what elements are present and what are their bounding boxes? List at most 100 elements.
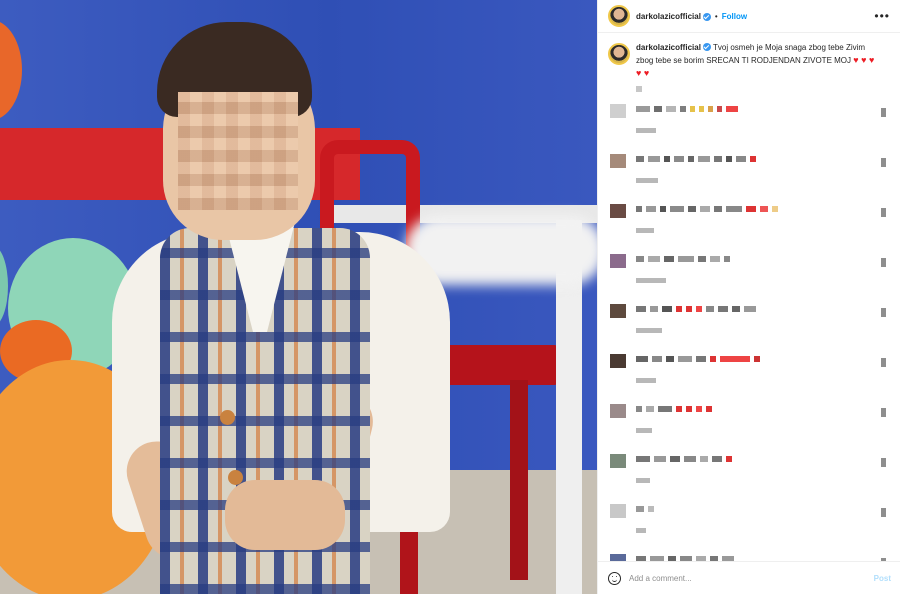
pixel-block <box>670 206 684 212</box>
comment-text-pixelated <box>636 456 736 463</box>
pixel-block <box>678 256 694 262</box>
comment-item <box>608 504 890 552</box>
pixel-block <box>636 256 644 262</box>
pixel-block <box>750 156 756 162</box>
like-heart-icon[interactable] <box>881 258 886 267</box>
comment-meta-pixelated <box>636 378 660 383</box>
comment-meta-pixelated <box>636 178 662 183</box>
pixel-block <box>686 406 692 412</box>
avatar[interactable] <box>610 154 626 168</box>
photo-child-hands <box>225 480 345 550</box>
avatar[interactable] <box>608 5 630 27</box>
like-heart-icon[interactable] <box>881 358 886 367</box>
pixel-block <box>724 256 730 262</box>
caption-username[interactable]: darkolazicofficial <box>636 43 701 52</box>
avatar[interactable] <box>608 43 630 65</box>
pixel-block <box>760 206 768 212</box>
comment-text-pixelated <box>636 406 716 413</box>
pixel-block <box>636 306 646 312</box>
like-heart-icon[interactable] <box>881 158 886 167</box>
comment-item <box>608 404 890 452</box>
pixel-block <box>648 506 654 512</box>
avatar[interactable] <box>610 254 626 268</box>
pixel-block <box>636 356 648 362</box>
like-heart-icon[interactable] <box>881 458 886 467</box>
pixel-block <box>674 156 684 162</box>
pixel-block <box>696 306 702 312</box>
pixel-block <box>706 406 712 412</box>
pixel-block <box>658 406 672 412</box>
pixel-block <box>636 506 644 512</box>
pixel-block <box>698 156 710 162</box>
pixel-block <box>646 406 654 412</box>
avatar[interactable] <box>610 104 626 118</box>
comment-meta-pixelated <box>636 328 666 333</box>
pixel-block <box>708 106 713 112</box>
comment-rows <box>608 104 890 561</box>
avatar[interactable] <box>610 354 626 368</box>
like-heart-icon[interactable] <box>881 208 886 217</box>
pixel-block <box>666 356 674 362</box>
verified-badge-icon <box>702 43 711 51</box>
pixel-block <box>636 128 656 133</box>
comment-item <box>608 304 890 352</box>
pixel-block <box>754 356 760 362</box>
post-button[interactable]: Post <box>874 574 891 583</box>
username-link[interactable]: darkolazicofficial <box>636 12 701 21</box>
pixel-block <box>710 356 716 362</box>
like-heart-icon[interactable] <box>881 108 886 117</box>
post-photo[interactable] <box>0 0 597 594</box>
pixel-block <box>636 178 658 183</box>
pixel-block <box>660 206 666 212</box>
comment-text-pixelated <box>636 256 734 263</box>
pixel-block <box>772 206 778 212</box>
avatar[interactable] <box>610 454 626 468</box>
more-options-icon[interactable]: ••• <box>874 9 890 23</box>
pixel-block <box>636 156 644 162</box>
comment-item <box>608 204 890 252</box>
avatar[interactable] <box>610 304 626 318</box>
pixel-block <box>726 156 732 162</box>
avatar[interactable] <box>610 554 626 561</box>
like-heart-icon[interactable] <box>881 408 886 417</box>
pixel-block <box>678 356 692 362</box>
pixel-block <box>652 356 662 362</box>
pixel-block <box>636 328 662 333</box>
like-heart-icon[interactable] <box>881 508 886 517</box>
follow-button[interactable]: Follow <box>722 12 747 21</box>
pixel-block <box>636 206 642 212</box>
pixel-block <box>696 406 702 412</box>
pixel-block <box>636 228 654 233</box>
pixel-block <box>676 406 682 412</box>
pixel-block <box>690 106 695 112</box>
post-side-panel: darkolazicofficial • Follow ••• darkolaz… <box>597 0 900 594</box>
avatar[interactable] <box>610 204 626 218</box>
pixel-block <box>706 306 714 312</box>
pixel-block <box>636 528 646 533</box>
comment-text-pixelated <box>636 106 742 113</box>
pixel-block <box>717 106 722 112</box>
emoji-icon[interactable] <box>608 571 621 585</box>
comments-list[interactable]: darkolazicofficial Tvoj osmeh je Moja sn… <box>598 33 900 561</box>
pixel-block <box>684 456 696 462</box>
pixel-block <box>714 156 722 162</box>
post-header: darkolazicofficial • Follow ••• <box>598 0 900 33</box>
pixel-block <box>700 206 710 212</box>
comment-meta-pixelated <box>636 228 658 233</box>
pixel-block <box>712 456 722 462</box>
pixel-block <box>714 206 722 212</box>
pixel-block <box>664 156 670 162</box>
like-heart-icon[interactable] <box>881 308 886 317</box>
pixel-block <box>686 306 692 312</box>
pixel-block <box>636 478 650 483</box>
pixel-block <box>700 456 708 462</box>
comment-composer: Post <box>598 561 900 594</box>
comment-meta-pixelated <box>636 528 650 533</box>
pixel-block <box>710 256 720 262</box>
avatar[interactable] <box>610 504 626 518</box>
pixel-block <box>726 456 732 462</box>
avatar[interactable] <box>610 404 626 418</box>
pixel-block <box>744 306 756 312</box>
add-comment-input[interactable] <box>629 573 859 583</box>
pixel-block <box>664 256 674 262</box>
